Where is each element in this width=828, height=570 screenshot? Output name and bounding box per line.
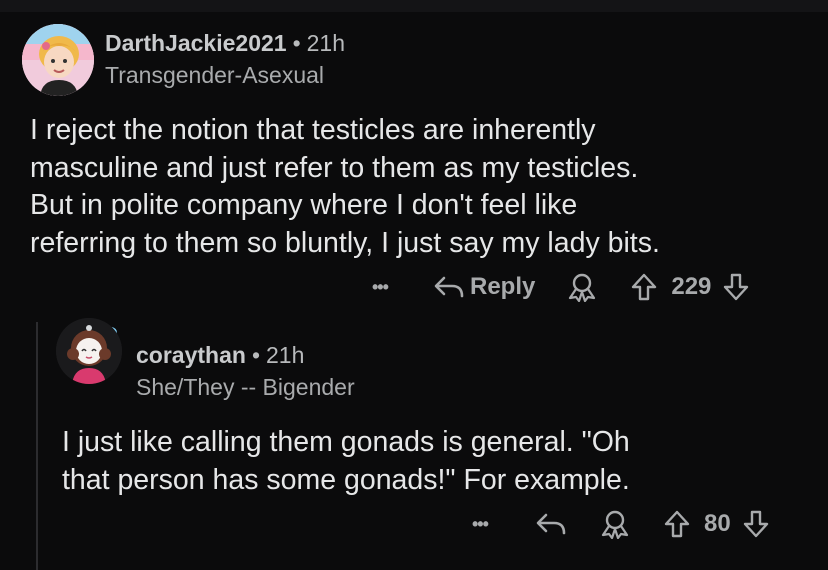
reply-button[interactable]: Reply: [432, 273, 535, 301]
upvote-icon: [632, 273, 657, 301]
award-icon: [569, 273, 596, 302]
user-avatar[interactable]: [22, 24, 94, 96]
comment-line: that person has some gonads!" For exampl…: [62, 463, 630, 496]
award-button[interactable]: [565, 272, 599, 302]
comment-actions: ••• 80: [472, 509, 771, 539]
more-icon[interactable]: •••: [472, 514, 534, 535]
comment-line: masculine and just refer to them as my t…: [30, 151, 639, 184]
timestamp[interactable]: 21h: [307, 30, 345, 56]
top-bar: [0, 0, 828, 12]
comment-line: But in polite company where I don't feel…: [30, 189, 578, 221]
upvote-button[interactable]: [629, 272, 659, 302]
meta-separator: •: [251, 342, 260, 368]
reply-button[interactable]: [534, 510, 568, 538]
comment-line: I just like calling them gonads is gener…: [62, 426, 630, 458]
vote-score: 80: [704, 510, 731, 537]
downvote-icon: [743, 510, 768, 538]
username[interactable]: coraythan: [136, 342, 246, 368]
downvote-icon: [724, 273, 749, 301]
downvote-button[interactable]: [721, 272, 751, 302]
reply-arrow-icon: [536, 513, 566, 535]
comment-line: I reject the notion that testicles are i…: [30, 114, 596, 146]
more-icon[interactable]: •••: [372, 277, 432, 298]
award-button[interactable]: [598, 509, 632, 539]
user-avatar[interactable]: [56, 318, 122, 384]
comment-body: I just like calling them gonads is gener…: [62, 424, 630, 499]
meta-separator: •: [292, 30, 301, 56]
comment-line: referring to them so bluntly, I just say…: [30, 226, 660, 259]
user-flair: Transgender-Asexual: [105, 62, 325, 88]
award-icon: [601, 510, 629, 539]
reply-label: Reply: [470, 273, 536, 300]
upvote-button[interactable]: [662, 509, 692, 539]
downvote-button[interactable]: [741, 509, 771, 539]
vote-score: 229: [671, 273, 712, 300]
reply-arrow-icon: [434, 276, 464, 298]
username[interactable]: DarthJackie2021: [105, 30, 287, 56]
avatar-illustration: [22, 24, 94, 96]
upvote-icon: [664, 510, 690, 538]
timestamp[interactable]: 21h: [266, 342, 304, 368]
comment-meta: DarthJackie2021 • 21h: [105, 30, 345, 57]
avatar-illustration: [56, 318, 122, 384]
thread-line[interactable]: [36, 322, 38, 570]
comment-meta: coraythan • 21h: [136, 342, 304, 369]
comment-body: I reject the notion that testicles are i…: [30, 112, 660, 262]
user-flair: She/They -- Bigender: [136, 374, 355, 400]
comment-actions: ••• Reply 229: [372, 272, 751, 302]
